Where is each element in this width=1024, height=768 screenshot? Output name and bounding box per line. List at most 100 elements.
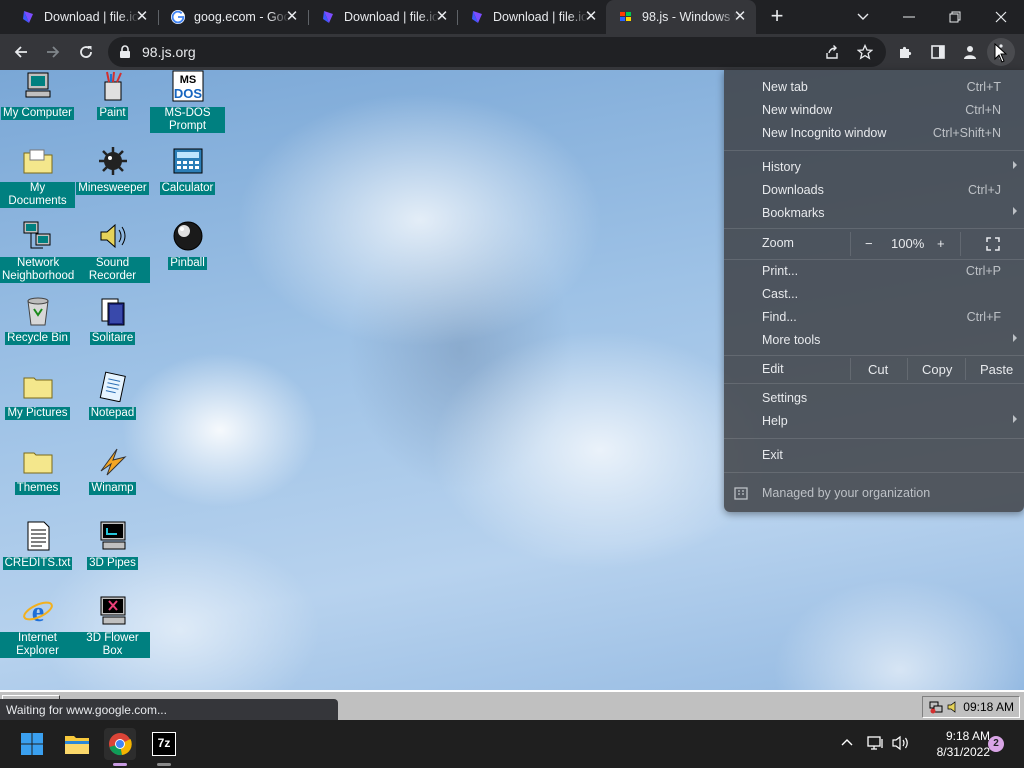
reload-button[interactable] bbox=[72, 38, 100, 66]
menu-item-help[interactable]: Help bbox=[724, 410, 1024, 432]
icon-label: CREDITS.txt bbox=[2, 557, 73, 570]
notification-badge[interactable]: 2 bbox=[988, 736, 1004, 752]
forward-button[interactable] bbox=[39, 38, 67, 66]
close-icon[interactable]: ✕ bbox=[434, 9, 450, 25]
minimize-icon bbox=[903, 16, 915, 18]
zoom-divider bbox=[960, 232, 961, 256]
copy-button[interactable]: Copy bbox=[922, 362, 952, 377]
desktop-icon-notepad[interactable]: Notepad bbox=[75, 370, 150, 445]
desktop-icon-my-documents[interactable]: My Documents bbox=[0, 145, 75, 220]
desktop-icon-msdos-prompt[interactable]: MS DOS MS-DOS Prompt bbox=[150, 70, 225, 145]
taskbar-clock[interactable]: 9:18 AM 8/31/2022 bbox=[918, 728, 990, 760]
network-tray-icon[interactable] bbox=[929, 700, 943, 714]
taskbar-7zip[interactable]: 7z bbox=[148, 728, 180, 766]
menu-item-settings[interactable]: Settings bbox=[724, 387, 1024, 409]
menu-item-new-window[interactable]: New window Ctrl+N bbox=[724, 99, 1024, 121]
fileio-icon bbox=[23, 11, 33, 23]
folder-icon bbox=[23, 452, 53, 474]
close-icon[interactable]: ✕ bbox=[284, 9, 300, 25]
desktop-icon-3d-pipes[interactable]: 3D Pipes bbox=[75, 520, 150, 595]
folder-icon bbox=[23, 377, 53, 399]
menu-item-bookmarks[interactable]: Bookmarks bbox=[724, 202, 1024, 224]
desktop-icon-minesweeper[interactable]: Minesweeper bbox=[75, 145, 150, 220]
menu-item-exit[interactable]: Exit bbox=[724, 444, 1024, 466]
chevron-up-icon[interactable] bbox=[841, 738, 853, 746]
bookmark-star-icon[interactable] bbox=[857, 44, 873, 60]
minimize-button[interactable] bbox=[886, 0, 932, 34]
menu-divider bbox=[724, 150, 1024, 151]
menu-item-print[interactable]: Print... Ctrl+P bbox=[724, 260, 1024, 282]
share-icon[interactable] bbox=[824, 44, 840, 60]
tab-fileio-3[interactable]: Download | file.io ✕ bbox=[457, 0, 607, 34]
side-panel-button[interactable] bbox=[924, 38, 952, 66]
tab-fileio-2[interactable]: Download | file.io ✕ bbox=[308, 0, 458, 34]
menu-divider bbox=[724, 228, 1024, 229]
desktop-icon-internet-explorer[interactable]: e Internet Explorer bbox=[0, 595, 75, 670]
menu-item-new-tab[interactable]: New tab Ctrl+T bbox=[724, 76, 1024, 98]
icon-label: Recycle Bin bbox=[5, 332, 70, 345]
close-icon[interactable]: ✕ bbox=[134, 9, 150, 25]
submenu-arrow-icon bbox=[1013, 415, 1017, 423]
tab-search-button[interactable] bbox=[840, 0, 886, 34]
menu-divider bbox=[724, 472, 1024, 473]
profile-button[interactable] bbox=[956, 38, 984, 66]
tab-google[interactable]: goog.ecom - Google ✕ bbox=[158, 0, 308, 34]
zoom-divider bbox=[850, 232, 851, 256]
close-icon[interactable]: ✕ bbox=[732, 9, 748, 25]
menu-item-history[interactable]: History bbox=[724, 156, 1024, 178]
desktop-icon-3d-flower-box[interactable]: 3D Flower Box bbox=[75, 595, 150, 670]
menu-item-find[interactable]: Find... Ctrl+F bbox=[724, 306, 1024, 328]
icon-label: Minesweeper bbox=[76, 182, 149, 195]
start-button[interactable] bbox=[16, 728, 48, 760]
taskbar-file-explorer[interactable] bbox=[61, 728, 93, 760]
back-button[interactable] bbox=[7, 38, 35, 66]
fullscreen-icon[interactable] bbox=[986, 237, 1000, 251]
desktop-icon-network-neighborhood[interactable]: Network Neighborhood bbox=[0, 220, 77, 295]
new-tab-button[interactable]: + bbox=[765, 5, 789, 29]
desktop-icon-paint[interactable]: Paint bbox=[75, 70, 150, 145]
menu-item-managed[interactable]: Managed by your organization bbox=[724, 482, 1024, 504]
address-bar[interactable]: 98.js.org bbox=[108, 37, 886, 67]
cut-button[interactable]: Cut bbox=[868, 362, 888, 377]
desktop-icon-winamp[interactable]: Winamp bbox=[75, 445, 150, 520]
desktop-icon-my-computer[interactable]: My Computer bbox=[0, 70, 75, 145]
folder-icon bbox=[65, 736, 89, 754]
menu-item-edit: Edit Cut Copy Paste bbox=[724, 358, 1024, 380]
extensions-button[interactable] bbox=[892, 38, 920, 66]
desktop-icon-credits[interactable]: CREDITS.txt bbox=[0, 520, 75, 595]
menu-item-new-incognito[interactable]: New Incognito window Ctrl+Shift+N bbox=[724, 122, 1024, 144]
desktop-icon-pinball[interactable]: Pinball bbox=[150, 220, 225, 295]
close-icon[interactable]: ✕ bbox=[583, 9, 599, 25]
zoom-out-button[interactable]: − bbox=[865, 236, 873, 251]
menu-item-more-tools[interactable]: More tools bbox=[724, 329, 1024, 351]
computer-icon bbox=[25, 72, 51, 98]
desktop-icon-sound-recorder[interactable]: Sound Recorder bbox=[75, 220, 150, 295]
menu-item-cast[interactable]: Cast... bbox=[724, 283, 1024, 305]
tab-98js[interactable]: 98.js - Windows 98 ✕ bbox=[606, 0, 756, 34]
desktop-icon-recycle-bin[interactable]: Recycle Bin bbox=[0, 295, 75, 370]
screensaver-icon bbox=[100, 596, 126, 625]
msdos-icon: MSDOS bbox=[172, 70, 204, 102]
tab-fileio-1[interactable]: Download | file.io ✕ bbox=[8, 0, 158, 34]
lock-icon[interactable] bbox=[119, 45, 131, 59]
desktop-icon-solitaire[interactable]: Solitaire bbox=[75, 295, 150, 370]
icon-label: Paint bbox=[97, 107, 128, 120]
clock-time: 9:18 AM bbox=[945, 729, 990, 743]
desktop-icon-my-pictures[interactable]: My Pictures bbox=[0, 370, 75, 445]
network-icon[interactable] bbox=[867, 735, 885, 751]
menu-item-downloads[interactable]: Downloads Ctrl+J bbox=[724, 179, 1024, 201]
volume-tray-icon[interactable] bbox=[947, 700, 959, 714]
icon-label: 3D Flower Box bbox=[75, 632, 150, 658]
paste-button[interactable]: Paste bbox=[980, 362, 1013, 377]
zoom-in-button[interactable]: + bbox=[937, 236, 945, 251]
icon-label: My Pictures bbox=[5, 407, 70, 420]
submenu-arrow-icon bbox=[1013, 161, 1017, 169]
ie-icon: e bbox=[23, 597, 53, 627]
taskbar-chrome[interactable] bbox=[104, 728, 136, 766]
close-window-button[interactable] bbox=[978, 0, 1024, 34]
win98-clock: 09:18 AM bbox=[963, 700, 1014, 714]
restore-button[interactable] bbox=[932, 0, 978, 34]
desktop-icon-themes[interactable]: Themes bbox=[0, 445, 75, 520]
desktop-icon-calculator[interactable]: Calculator bbox=[150, 145, 225, 220]
volume-icon[interactable] bbox=[892, 735, 910, 751]
